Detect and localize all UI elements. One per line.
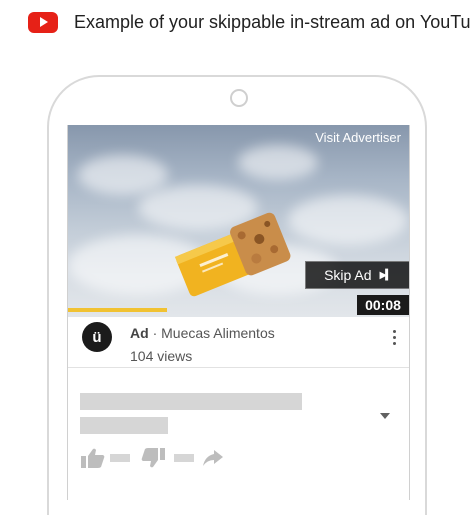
- thumb-down-icon[interactable]: [140, 447, 166, 469]
- section-divider: [68, 367, 409, 368]
- share-icon[interactable]: [202, 448, 224, 468]
- skip-ad-button[interactable]: Skip Ad ▶▍: [305, 261, 409, 289]
- advertiser-avatar[interactable]: ü: [82, 322, 112, 352]
- like-count-placeholder: [110, 454, 130, 462]
- more-vert-icon[interactable]: [393, 330, 397, 348]
- youtube-logo-icon: [28, 12, 58, 33]
- phone-screen: Visit Advertiser Skip Ad ▶▍ 00:08 ü Ad ·…: [67, 125, 410, 500]
- phone-camera: [230, 89, 248, 107]
- ad-info-row: ü Ad · Muecas Alimentos 104 views: [68, 317, 409, 369]
- ad-title-line: Ad · Muecas Alimentos: [130, 325, 275, 341]
- skip-ad-label: Skip Ad: [324, 267, 372, 283]
- video-player[interactable]: Visit Advertiser Skip Ad ▶▍ 00:08: [68, 125, 409, 317]
- ad-progress-bar[interactable]: [68, 308, 409, 312]
- thumb-up-icon[interactable]: [80, 447, 106, 469]
- page-header: Example of your skippable in-stream ad o…: [28, 12, 470, 33]
- skip-next-icon: ▶▍: [379, 269, 393, 281]
- title-placeholder-line-1: [80, 393, 302, 410]
- ad-separator: ·: [152, 325, 158, 341]
- advertiser-name[interactable]: Muecas Alimentos: [161, 325, 275, 341]
- ad-badge: Ad: [130, 325, 149, 341]
- ad-duration-badge: 00:08: [357, 295, 409, 315]
- visit-advertiser-link[interactable]: Visit Advertiser: [315, 130, 401, 145]
- product-snack-bar-image: [174, 212, 291, 297]
- dislike-count-placeholder: [174, 454, 194, 462]
- header-title: Example of your skippable in-stream ad o…: [74, 12, 470, 32]
- title-placeholder-line-2: [80, 417, 168, 434]
- chevron-down-icon[interactable]: [380, 413, 390, 419]
- ad-progress-fill: [68, 308, 167, 312]
- view-count: 104 views: [130, 348, 193, 364]
